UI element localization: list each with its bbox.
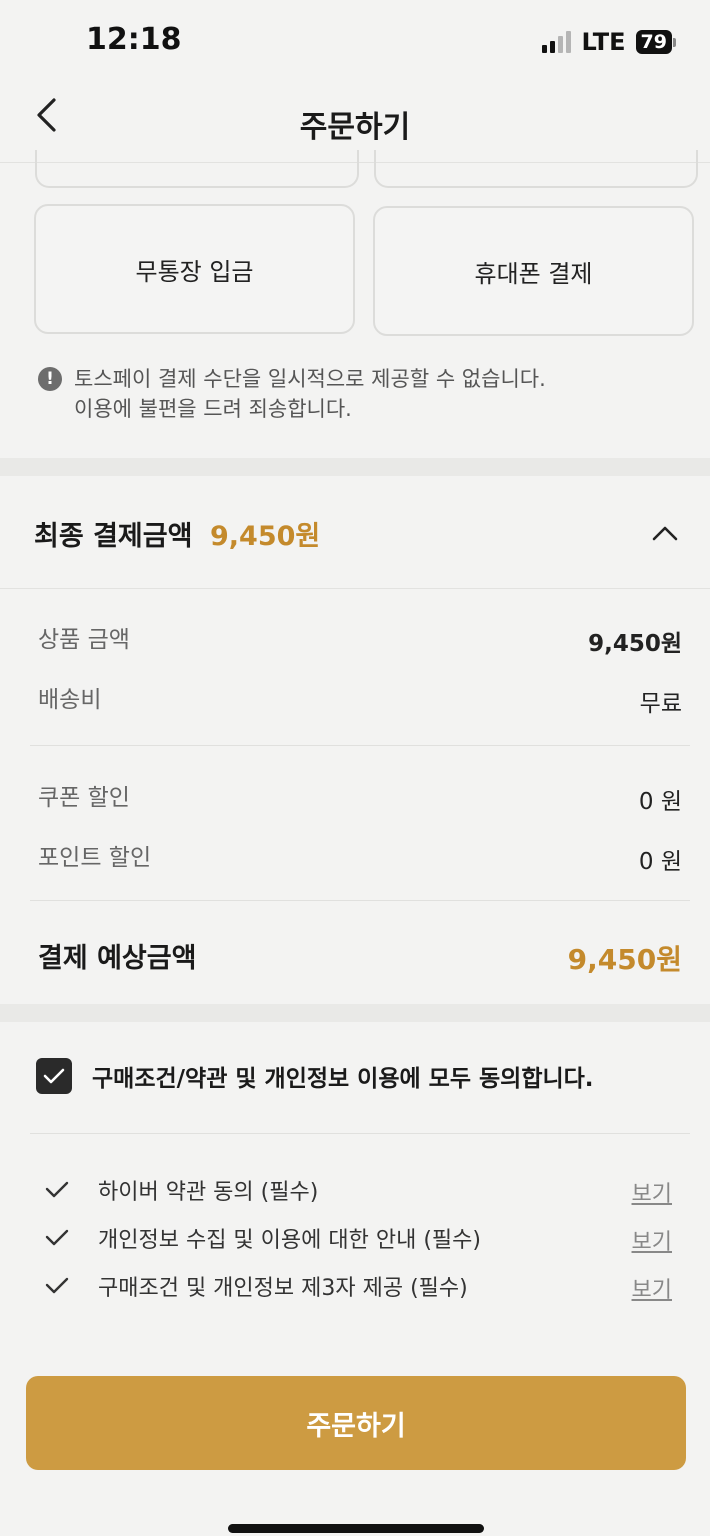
term-row[interactable]: 하이버 약관 동의 (필수) 보기 [44,1172,684,1212]
payment-method-label: 휴대폰 결제 [474,259,593,288]
point-discount-label: 포인트 할인 [38,845,152,871]
agree-all-checkbox[interactable] [36,1058,72,1094]
check-icon [45,1277,69,1294]
payment-method-partial[interactable] [35,150,359,188]
status-bar: 12:18 LTE 79 [0,0,710,80]
term-label: 하이버 약관 동의 (필수) [98,1180,319,1205]
term-row[interactable]: 개인정보 수집 및 이용에 대한 안내 (필수) 보기 [44,1220,684,1260]
expected-amount-value: 9,450원 [567,943,682,976]
term-row[interactable]: 구매조건 및 개인정보 제3자 제공 (필수) 보기 [44,1268,684,1308]
term-view-link[interactable]: 보기 [632,1272,672,1304]
agree-all-row[interactable]: 구매조건/약관 및 개인정보 이용에 모두 동의합니다. [36,1058,594,1094]
status-time: 12:18 [86,22,182,57]
divider [30,745,690,746]
order-button[interactable]: 주문하기 [26,1376,686,1470]
agree-all-label: 구매조건/약관 및 개인정보 이용에 모두 동의합니다. [92,1066,594,1092]
payment-method-partial[interactable] [374,150,698,188]
divider [30,1133,690,1134]
product-amount-label: 상품 금액 [38,627,130,653]
tosspay-notice: ! 토스페이 결제 수단을 일시적으로 제공할 수 없습니다. 이용에 불편을 … [38,364,546,424]
page-title: 주문하기 [299,110,411,145]
point-discount-value: 0 원 [638,849,682,875]
product-amount-value: 9,450원 [588,631,682,657]
notice-line-2: 이용에 불편을 드려 죄송합니다. [74,397,352,421]
shipping-fee-label: 배송비 [38,687,102,713]
check-icon [43,1068,65,1084]
home-indicator[interactable] [228,1524,484,1533]
network-label: LTE [581,28,626,56]
shipping-fee-value: 무료 [639,691,682,717]
check-icon [45,1181,69,1198]
final-payment-header[interactable]: 최종 결제금액 9,450원 [0,478,710,589]
exclamation-circle-icon: ! [38,367,62,391]
chevron-up-icon[interactable] [650,518,680,548]
notice-line-1: 토스페이 결제 수단을 일시적으로 제공할 수 없습니다. [74,367,546,391]
payment-method-bank-transfer[interactable]: 무통장 입금 [34,204,355,334]
coupon-discount-value: 0 원 [638,789,682,815]
term-label: 구매조건 및 개인정보 제3자 제공 (필수) [98,1276,468,1301]
payment-method-phone[interactable]: 휴대폰 결제 [373,206,694,336]
signal-icon [542,31,572,53]
term-view-link[interactable]: 보기 [632,1224,672,1256]
section-divider [0,1004,710,1022]
term-view-link[interactable]: 보기 [632,1176,672,1208]
battery-level: 79 [635,30,672,54]
divider [30,900,690,901]
battery-icon: 79 [635,30,676,54]
final-payment-label: 최종 결제금액 [34,521,193,552]
section-divider [0,458,710,476]
status-indicators: LTE 79 [542,28,676,56]
term-label: 개인정보 수집 및 이용에 대한 안내 (필수) [98,1228,481,1253]
final-payment-amount: 9,450원 [210,521,321,552]
expected-amount-label: 결제 예상금액 [38,943,197,974]
check-icon [45,1229,69,1246]
payment-method-label: 무통장 입금 [135,257,254,286]
coupon-discount-label: 쿠폰 할인 [38,785,130,811]
